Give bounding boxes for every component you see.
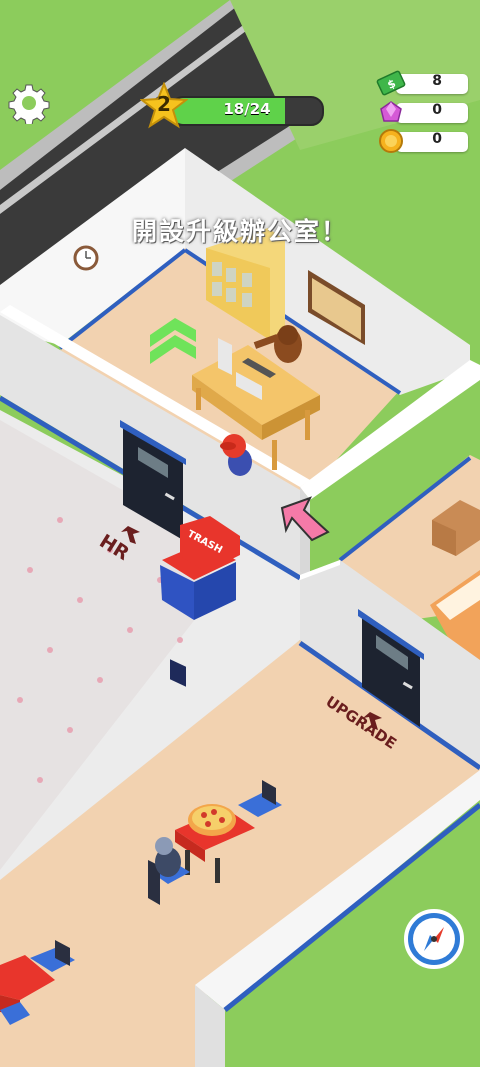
compass-icon <box>404 909 464 969</box>
gem-icon <box>380 101 402 122</box>
objective-banner: 開設升級辦公室！ <box>131 217 348 246</box>
gem-value: 0 <box>432 102 442 118</box>
progress-text: 18/24 <box>223 100 271 118</box>
level-progress: 18/24 2 <box>140 82 324 129</box>
game-scene: HR UPGRADE TRASH <box>0 0 480 1067</box>
token-value: 0 <box>432 131 442 147</box>
token-icon <box>379 129 403 153</box>
cash-value: 8 <box>432 73 442 89</box>
cash-icon: $ <box>376 70 406 96</box>
gem-counter: 0 <box>376 101 468 125</box>
level-number: 2 <box>157 92 171 116</box>
compass-button[interactable] <box>404 909 464 969</box>
token-counter: 0 <box>376 129 468 154</box>
cash-counter: $ 8 <box>376 70 468 96</box>
progress-bar: 18/24 <box>170 96 324 126</box>
gear-icon <box>8 84 50 126</box>
settings-button[interactable] <box>8 82 50 126</box>
